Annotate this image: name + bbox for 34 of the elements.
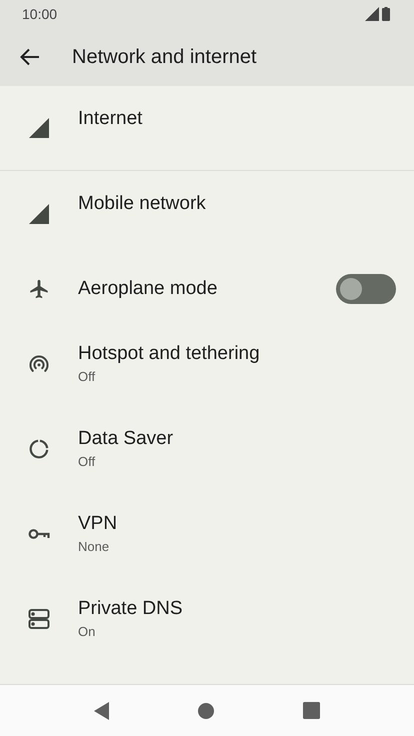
settings-item[interactable]: VPN None [0, 491, 414, 576]
item-title: VPN [78, 513, 118, 535]
signal-icon [28, 202, 50, 224]
hotspot-icon [28, 352, 50, 374]
home-nav-icon[interactable] [198, 702, 214, 718]
item-title: Private DNS [78, 598, 184, 620]
item-title: Data Saver [78, 428, 174, 450]
settings-item[interactable]: Aeroplane mode [0, 256, 414, 321]
back-nav-icon[interactable] [94, 702, 110, 720]
data-saver-icon [28, 438, 50, 460]
item-status: Off [78, 368, 96, 386]
item-status: None [78, 538, 110, 556]
item-status: Off [78, 453, 96, 471]
item-title: Internet [78, 108, 144, 130]
screen-title: Network and internet [72, 46, 257, 68]
settings-item[interactable]: Mobile network [0, 171, 414, 256]
item-title: Aeroplane mode [78, 278, 218, 300]
status-time: 10:00 [22, 6, 58, 22]
settings-item[interactable]: Hotspot and tethering Off [0, 321, 414, 406]
recents-nav-icon[interactable] [302, 702, 320, 719]
server-icon [28, 608, 50, 630]
toggle-switch[interactable] [336, 274, 396, 304]
item-title: Hotspot and tethering [78, 343, 261, 365]
key-icon [28, 526, 50, 540]
settings-item[interactable]: Internet [0, 86, 414, 171]
signal-icon [28, 117, 50, 139]
signal-icon [365, 7, 379, 21]
airplane-icon [28, 278, 50, 300]
item-status: On [78, 623, 96, 641]
settings-item[interactable]: Data Saver Off [0, 406, 414, 491]
battery-icon [382, 7, 390, 21]
back-arrow-icon[interactable] [20, 48, 40, 66]
item-title: Mobile network [78, 193, 207, 215]
settings-item[interactable]: Private DNS On [0, 576, 414, 661]
